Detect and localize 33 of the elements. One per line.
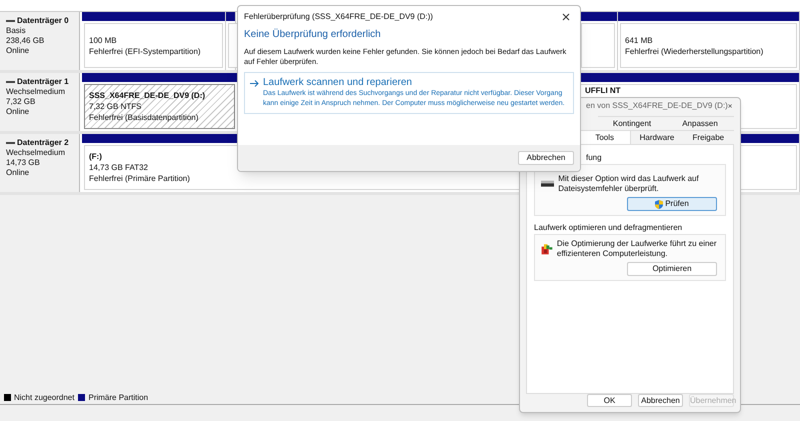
disk-type: Wechselmedium bbox=[6, 148, 66, 158]
disk-size: 7,32 GB bbox=[6, 97, 36, 107]
partition-info: 14,73 GB FAT32 bbox=[89, 162, 148, 172]
legend-label: Nicht zugeordnet bbox=[14, 392, 74, 404]
disk-size: 14,73 GB bbox=[6, 158, 41, 168]
partition-info: Fehlerfrei (EFI-Systempartition) bbox=[89, 46, 201, 56]
partition-label: UFFLI NT bbox=[585, 86, 621, 96]
disk-name: Datenträger 0 bbox=[17, 16, 69, 26]
group-title: Laufwerk optimieren und defragmentieren bbox=[534, 222, 682, 234]
disk-type: Wechselmedium bbox=[6, 87, 66, 97]
partition-info: Fehlerfrei (Primäre Partition) bbox=[89, 172, 190, 184]
link-title: Laufwerk scannen und reparieren bbox=[263, 77, 412, 89]
group-text: Die Optimierung der Laufwerke führt zu einer effizienteren Computerleistung. bbox=[556, 239, 718, 259]
partition-info: 100 MB bbox=[89, 34, 117, 46]
legend-label: Primäre Partition bbox=[88, 392, 148, 404]
disk-size: 238,46 GB bbox=[6, 36, 46, 46]
disk-name: Datenträger 2 bbox=[17, 138, 69, 148]
disk-name: Datenträger 1 bbox=[17, 77, 69, 87]
group-title: fung bbox=[586, 152, 602, 164]
group-text: Mit dieser Option wird das Laufwerk auf Dateisystemfehler überprüft. bbox=[558, 174, 700, 194]
disk-type: Basis bbox=[6, 26, 27, 36]
partition-info: 641 MB bbox=[625, 34, 653, 46]
disk-status: Online bbox=[6, 46, 30, 56]
partition-label: SSS_X64FRE_DE-DE_DV9 (D:) bbox=[89, 90, 206, 100]
window-title: Fehlerüberprüfung (SSS_X64FRE_DE-DE_DV9 (D:)) bbox=[244, 11, 433, 23]
window-title: en von SSS_X64FRE_DE-DE_DV9 (D:) bbox=[586, 100, 728, 112]
disk-status: Online bbox=[6, 107, 30, 117]
dialog-heading: Keine Überprüfung erforderlich bbox=[244, 28, 382, 42]
disk-status: Online bbox=[6, 168, 30, 178]
partition-label: (F:) bbox=[89, 152, 102, 162]
partition-info: Fehlerfrei (Basisdatenpartition) bbox=[89, 112, 198, 122]
partition-info: 7,32 GB NTFS bbox=[89, 100, 142, 112]
partition-info: Fehlerfrei (Wiederherstellungspartition) bbox=[625, 46, 764, 56]
